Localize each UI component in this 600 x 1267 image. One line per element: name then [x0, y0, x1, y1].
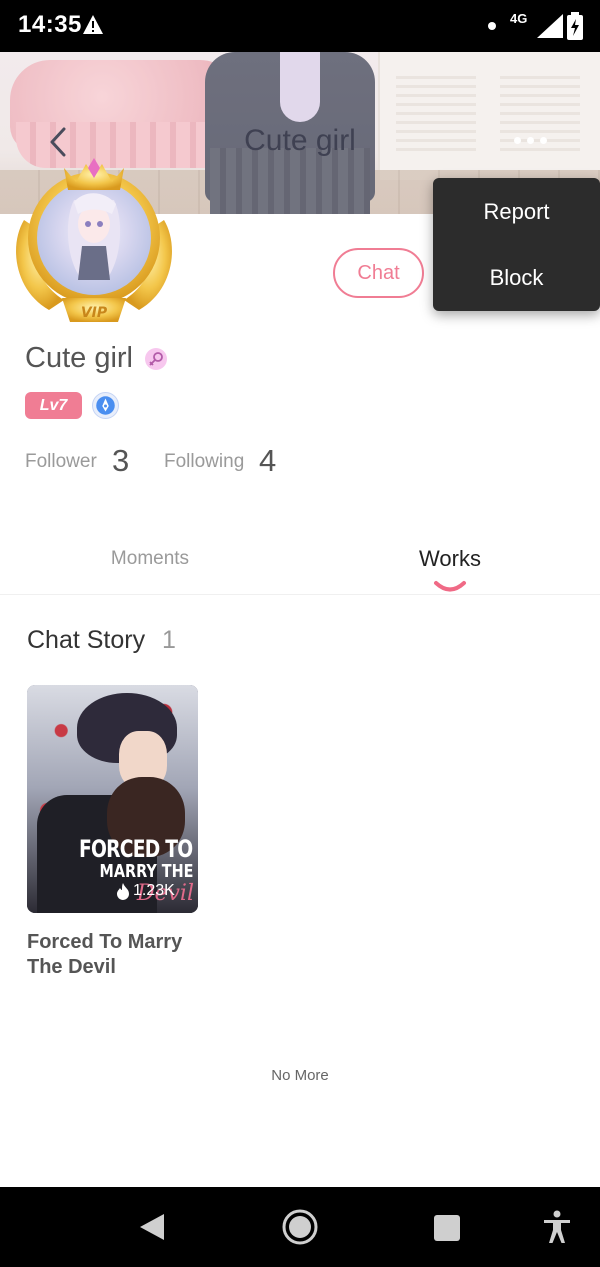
nav-back-icon[interactable] [138, 1212, 166, 1242]
cover-title-line-2: MARRY THE [99, 861, 194, 882]
section-count: 1 [162, 626, 176, 654]
avatar[interactable]: VIP [4, 150, 184, 330]
profile-name: Cute girl [25, 342, 133, 374]
fire-icon [117, 883, 129, 900]
menu-item-report[interactable]: Report [433, 182, 600, 242]
nav-recents-icon[interactable] [434, 1215, 460, 1241]
chat-button[interactable]: Chat [333, 248, 424, 298]
menu-item-block[interactable]: Block [433, 248, 600, 308]
status-bar: 14:35 4G [0, 0, 600, 52]
pen-badge-icon [92, 392, 119, 419]
status-time: 14:35 [18, 11, 82, 38]
svg-text:VIP: VIP [81, 305, 108, 321]
battery-icon [567, 12, 583, 40]
female-gender-icon [145, 348, 167, 370]
story-title[interactable]: Forced To Marry The Devil [27, 930, 207, 980]
story-cover[interactable]: FORCED TO MARRY THE Devil 1.23K [27, 685, 198, 913]
following-label[interactable]: Following [164, 451, 244, 473]
nav-home-icon[interactable] [281, 1208, 319, 1246]
follower-count[interactable]: 3 [112, 443, 129, 479]
following-count[interactable]: 4 [259, 443, 276, 479]
view-count: 1.23K [133, 882, 175, 899]
level-badge: Lv7 [25, 392, 82, 419]
network-type: 4G [510, 11, 528, 26]
overflow-menu: Report Block [433, 178, 600, 311]
end-of-list-text: No More [271, 1067, 329, 1084]
notification-dot-icon [488, 22, 496, 30]
tabs-divider [0, 594, 600, 595]
tab-moments[interactable]: Moments [80, 548, 220, 570]
follower-label[interactable]: Follower [25, 451, 97, 473]
cover-title-line-1: FORCED TO [78, 835, 193, 863]
more-icon[interactable] [514, 137, 550, 147]
warning-icon [83, 15, 103, 34]
tab-works[interactable]: Works [380, 546, 520, 572]
accessibility-icon[interactable] [542, 1210, 572, 1244]
signal-icon [537, 14, 563, 38]
section-title: Chat Story [27, 626, 146, 654]
active-tab-indicator [434, 581, 466, 592]
